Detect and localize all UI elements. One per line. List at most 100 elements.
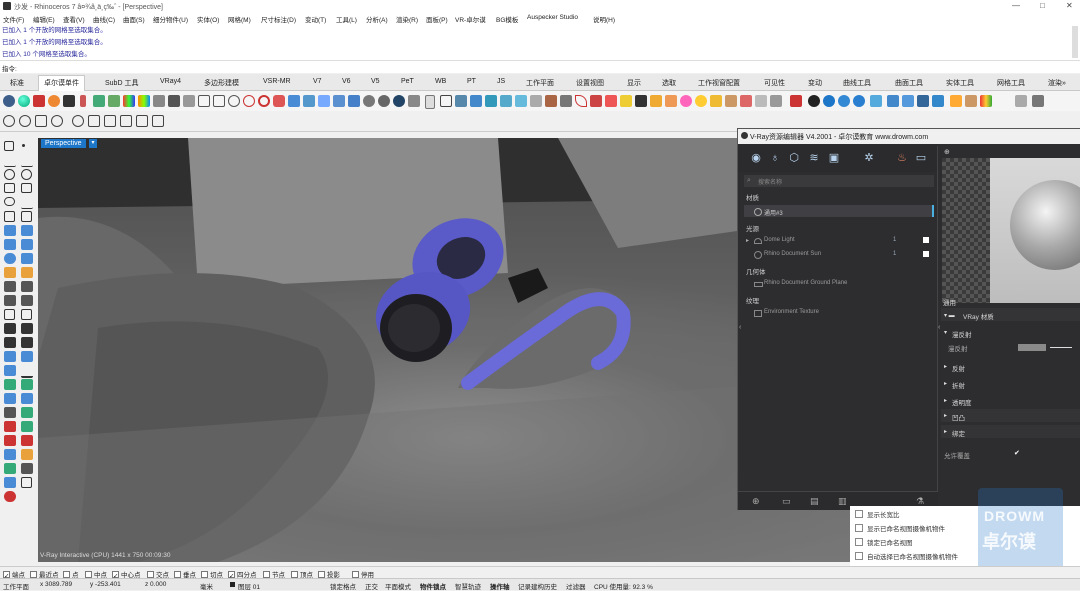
heart-icon[interactable] bbox=[273, 95, 285, 107]
vray-proxy-icon[interactable] bbox=[917, 95, 929, 107]
material-tool-icon[interactable] bbox=[21, 463, 33, 474]
checkbox[interactable] bbox=[30, 571, 37, 578]
box-icon[interactable] bbox=[408, 95, 420, 107]
material-item[interactable]: 通用#3 bbox=[764, 208, 783, 217]
tab-visibility[interactable]: 可见性 bbox=[764, 78, 785, 88]
collapse-right-arrow-icon[interactable]: ‹ bbox=[938, 324, 940, 331]
menu-auspecker[interactable]: Auspecker Studio bbox=[527, 14, 578, 21]
command-line[interactable]: 指令: bbox=[0, 60, 1080, 73]
surface-tool-icon[interactable] bbox=[4, 225, 16, 236]
tab-v5[interactable]: V5 bbox=[371, 78, 380, 85]
trim-tool-icon[interactable] bbox=[4, 281, 16, 292]
toggle-filter[interactable]: 过滤器 bbox=[566, 581, 586, 591]
toggle-osnap[interactable]: 物件锁点 bbox=[420, 581, 446, 591]
curve-icon[interactable] bbox=[575, 95, 587, 107]
option-show-aspect[interactable]: 显示长宽比 bbox=[855, 509, 900, 519]
join-icon[interactable] bbox=[650, 95, 662, 107]
tab-v6[interactable]: V6 bbox=[342, 78, 351, 85]
split-icon[interactable] bbox=[635, 95, 647, 107]
offset-tool-icon[interactable] bbox=[21, 211, 32, 222]
circle-icon[interactable] bbox=[228, 95, 240, 107]
pen-icon[interactable] bbox=[560, 95, 572, 107]
close-button[interactable]: ✕ bbox=[1066, 1, 1073, 10]
sphere-icon[interactable] bbox=[18, 95, 30, 107]
sphere-tool-icon[interactable] bbox=[4, 253, 16, 264]
tab-vsr-mr[interactable]: VSR-MR bbox=[263, 78, 291, 85]
minimize-button[interactable]: — bbox=[1012, 1, 1020, 10]
globe-icon[interactable] bbox=[393, 95, 405, 107]
checkbox[interactable]: ✓ bbox=[228, 571, 235, 580]
rotate-tool-icon[interactable] bbox=[4, 337, 16, 348]
expand-arrow-icon[interactable]: ▸ bbox=[944, 380, 947, 387]
checkbox[interactable] bbox=[85, 571, 92, 578]
explode-tool-icon[interactable] bbox=[21, 295, 33, 306]
render-teapot-icon[interactable]: ♨ bbox=[896, 152, 908, 164]
page-icon[interactable] bbox=[425, 95, 435, 109]
diffuse-slider[interactable] bbox=[1050, 347, 1072, 348]
check-tool-icon[interactable] bbox=[21, 365, 33, 378]
tab-polygon[interactable]: 多边形建模 bbox=[204, 78, 239, 88]
frame-icon[interactable] bbox=[198, 95, 210, 107]
tab-display[interactable]: 显示 bbox=[627, 78, 641, 88]
explode-icon[interactable] bbox=[665, 95, 677, 107]
menu-view[interactable]: 查看(V) bbox=[63, 14, 85, 24]
fillet-tool-icon[interactable] bbox=[4, 211, 15, 222]
collapse-left-arrow-icon[interactable]: ‹ bbox=[739, 324, 741, 331]
tab-render-more[interactable]: 渲染» bbox=[1048, 78, 1066, 88]
dots-grid-icon[interactable] bbox=[1032, 95, 1044, 107]
texture-environment[interactable]: Environment Texture bbox=[764, 309, 819, 315]
polygon-tool-icon[interactable] bbox=[21, 183, 32, 193]
menu-curve[interactable]: 曲线(C) bbox=[93, 14, 115, 24]
rectangle-tool-icon[interactable] bbox=[4, 183, 15, 193]
status-cplane[interactable]: 工作平面 bbox=[3, 581, 29, 591]
tab-select[interactable]: 选取 bbox=[662, 78, 676, 88]
scrollbar[interactable] bbox=[1072, 26, 1078, 58]
prop-opacity[interactable]: 透明度 bbox=[952, 397, 972, 407]
lasso-select-icon[interactable] bbox=[72, 115, 84, 127]
menu-panels[interactable]: 面板(P) bbox=[426, 14, 448, 24]
loft-tool-icon[interactable] bbox=[21, 225, 33, 236]
rainbow-icon[interactable] bbox=[138, 95, 150, 107]
toggle-gumball[interactable]: 操作轴 bbox=[490, 581, 510, 591]
vray-fb-icon[interactable] bbox=[870, 95, 882, 107]
expand-tool-icon[interactable] bbox=[21, 477, 32, 488]
brush-select-icon[interactable] bbox=[88, 115, 100, 127]
red-box-icon[interactable] bbox=[33, 95, 45, 107]
section-materials[interactable]: 材质 bbox=[746, 192, 759, 202]
scale-tool-icon[interactable] bbox=[21, 337, 33, 348]
offset-icon[interactable] bbox=[605, 95, 617, 107]
ring-icon[interactable] bbox=[258, 95, 270, 107]
prop-reflection[interactable]: 反射 bbox=[952, 363, 965, 373]
open-folder-icon[interactable]: ▭ bbox=[782, 496, 791, 507]
viewport-menu-arrow[interactable]: ▾ bbox=[89, 139, 97, 148]
vray-fur-icon[interactable] bbox=[932, 95, 944, 107]
frame-buffer-icon[interactable]: ▭ bbox=[915, 152, 927, 164]
wireframe-icon[interactable] bbox=[530, 95, 542, 107]
section-textures[interactable]: 纹理 bbox=[746, 295, 759, 305]
vray-icon[interactable] bbox=[808, 95, 820, 107]
tab-set-view[interactable]: 设置视图 bbox=[576, 78, 604, 88]
tab-viewport-layout[interactable]: 工作视窗配置 bbox=[698, 78, 740, 88]
menu-transform[interactable]: 变动(T) bbox=[305, 14, 326, 24]
menu-surface[interactable]: 曲面(S) bbox=[123, 14, 145, 24]
orange-sphere-icon[interactable] bbox=[48, 95, 60, 107]
dots-icon[interactable] bbox=[183, 95, 195, 107]
rebuild-tool-icon[interactable] bbox=[21, 309, 32, 320]
add-asset-icon[interactable]: ⊕ bbox=[752, 496, 760, 507]
block-tool-icon[interactable] bbox=[21, 393, 33, 404]
tab-standard[interactable]: 标准 bbox=[10, 78, 24, 88]
delete-icon[interactable]: ▥ bbox=[838, 496, 847, 507]
gumball-tool-icon[interactable] bbox=[4, 421, 16, 432]
pin-tool-icon[interactable] bbox=[4, 477, 16, 488]
rhino-logo-icon[interactable] bbox=[3, 95, 15, 107]
grass-icon[interactable] bbox=[120, 115, 132, 127]
tab-v7[interactable]: V7 bbox=[313, 78, 322, 85]
fillet-icon[interactable] bbox=[590, 95, 602, 107]
grid-icon[interactable] bbox=[168, 95, 180, 107]
checkbox[interactable] bbox=[855, 524, 863, 532]
point-icon[interactable] bbox=[22, 144, 25, 147]
red-square-icon[interactable] bbox=[790, 95, 802, 107]
lasso-icon[interactable] bbox=[740, 95, 752, 107]
menu-subd[interactable]: 细分物件(U) bbox=[153, 14, 188, 24]
trim-icon[interactable] bbox=[620, 95, 632, 107]
